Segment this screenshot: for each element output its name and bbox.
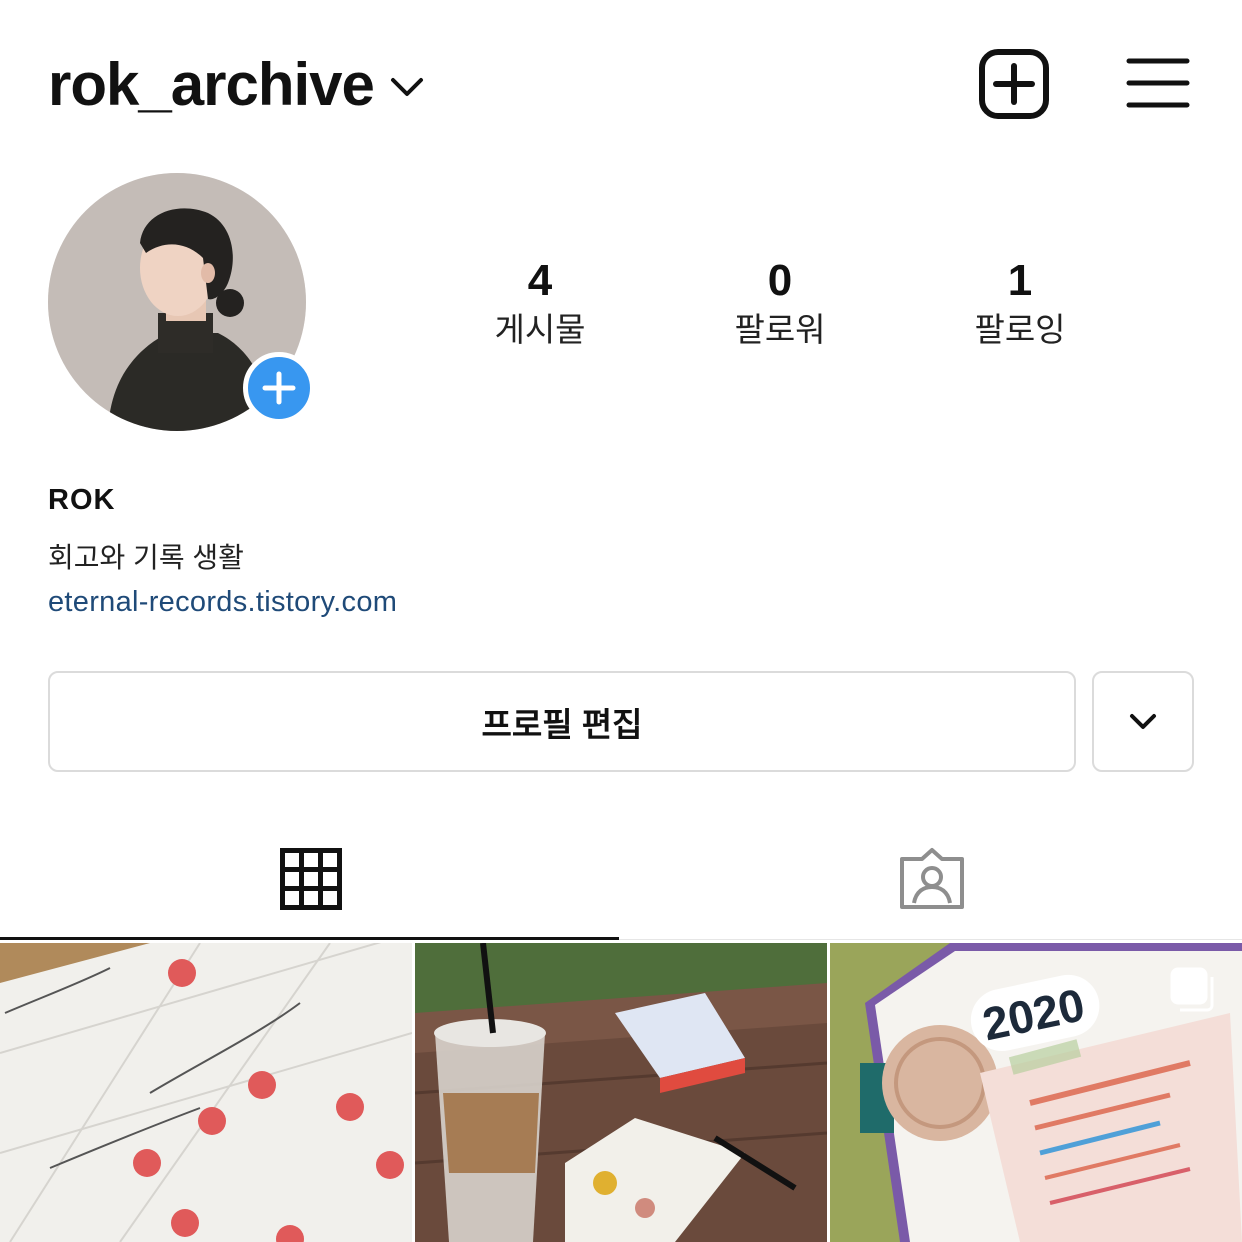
tab-tagged[interactable]	[621, 818, 1242, 940]
hamburger-menu-icon	[1126, 58, 1190, 108]
chevron-down-icon	[390, 78, 423, 96]
posts-count[interactable]: 4 게시물	[420, 256, 660, 352]
profile-name: ROK	[48, 484, 116, 516]
stat-label: 팔로워	[734, 311, 826, 348]
stat-value: 0	[767, 256, 793, 305]
following-count[interactable]: 1 팔로잉	[900, 256, 1140, 352]
tagged-person-icon	[899, 848, 964, 909]
stat-label: 게시물	[494, 311, 586, 348]
menu-button[interactable]	[1126, 56, 1190, 110]
multiple-posts-icon	[1170, 967, 1214, 1012]
username: rok_archive	[48, 51, 375, 118]
plus-square-icon	[979, 49, 1049, 119]
post-image	[0, 943, 412, 1242]
tab-posts-grid[interactable]	[0, 818, 621, 940]
new-post-button[interactable]	[978, 48, 1050, 120]
profile-bio: 회고와 기록 생활	[48, 542, 244, 573]
post-thumbnail[interactable]	[0, 943, 412, 1242]
active-tab-indicator	[0, 937, 619, 940]
edit-profile-label: 프로필 편집	[481, 705, 643, 743]
plus-icon	[262, 371, 296, 405]
grid-icon	[279, 848, 342, 910]
stat-value: 4	[527, 256, 553, 305]
add-story-button[interactable]	[243, 352, 315, 424]
edit-profile-button[interactable]: 프로필 편집	[48, 671, 1076, 772]
stat-value: 1	[1007, 256, 1033, 305]
post-thumbnail[interactable]	[415, 943, 827, 1242]
suggestions-toggle-button[interactable]	[1092, 671, 1194, 772]
stat-label: 팔로잉	[974, 311, 1066, 348]
account-switcher[interactable]: rok_archive	[48, 50, 424, 120]
post-thumbnail[interactable]: 2020	[830, 943, 1242, 1242]
chevron-down-icon	[1130, 713, 1156, 729]
top-header: rok_archive	[0, 0, 1242, 160]
followers-count[interactable]: 0 팔로워	[660, 256, 900, 352]
post-image	[415, 943, 827, 1242]
profile-website-link[interactable]: eternal-records.tistory.com	[48, 586, 397, 619]
